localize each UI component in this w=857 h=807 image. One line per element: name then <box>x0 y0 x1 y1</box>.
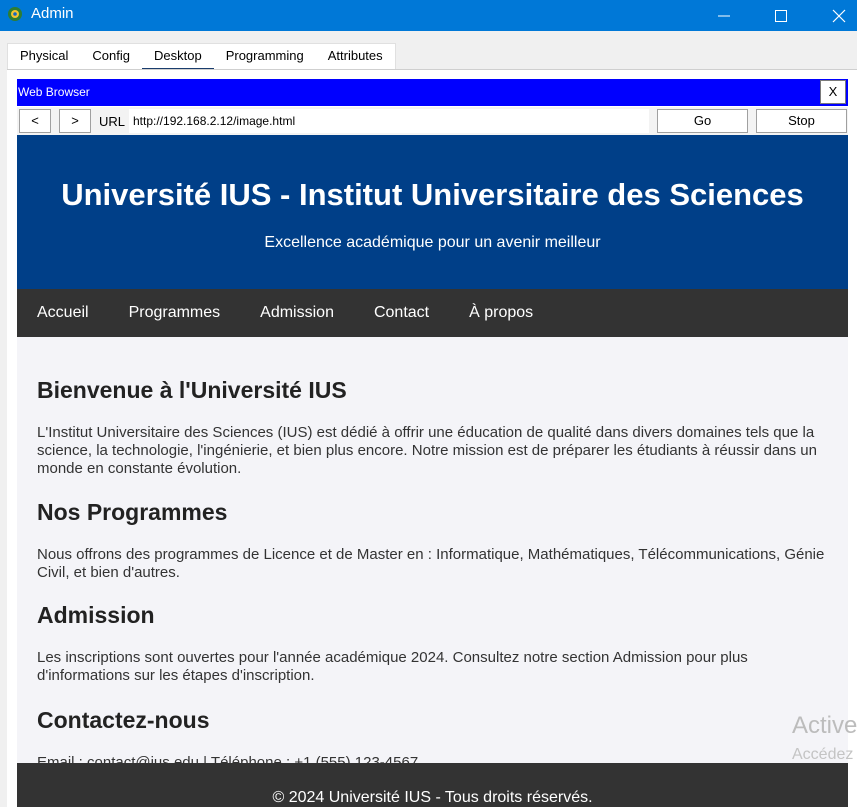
web-page: Université IUS - Institut Universitaire … <box>17 135 848 807</box>
app-icon <box>8 7 22 21</box>
nav-link-contact[interactable]: Contact <box>374 289 429 337</box>
section-heading: Contactez-nous <box>37 707 210 733</box>
section-text: Les inscriptions sont ouvertes pour l'an… <box>37 649 748 684</box>
url-input[interactable] <box>129 109 649 133</box>
nav-link-a-propos[interactable]: À propos <box>469 289 533 337</box>
section-text: Nous offrons des programmes de Licence e… <box>37 546 825 581</box>
section-bienvenue: Bienvenue à l'Université IUS L'Institut … <box>37 377 827 478</box>
site-nav: Accueil Programmes Admission Contact À p… <box>17 289 848 337</box>
window-titlebar: Admin <box>0 0 857 31</box>
back-button[interactable]: < <box>19 109 51 133</box>
web-browser-header: Web Browser X <box>17 79 848 106</box>
page-footer: © 2024 Université IUS - Tous droits rése… <box>17 763 848 807</box>
tab-desktop[interactable]: Desktop <box>142 44 214 71</box>
tab-config[interactable]: Config <box>80 44 142 69</box>
nav-link-accueil[interactable]: Accueil <box>37 289 89 337</box>
section-heading: Bienvenue à l'Université IUS <box>37 377 347 403</box>
url-label: URL <box>99 114 126 129</box>
stop-button[interactable]: Stop <box>756 109 847 133</box>
page-subtitle: Excellence académique pour un avenir mei… <box>264 234 601 251</box>
activation-watermark: Active <box>792 712 857 739</box>
tab-attributes[interactable]: Attributes <box>316 44 395 69</box>
minimize-icon <box>718 15 730 16</box>
tab-programming[interactable]: Programming <box>214 44 316 69</box>
go-button[interactable]: Go <box>657 109 748 133</box>
maximize-button[interactable] <box>757 0 805 31</box>
footer-text: © 2024 Université IUS - Tous droits rése… <box>272 789 593 806</box>
tab-physical[interactable]: Physical <box>8 44 80 69</box>
forward-button[interactable]: > <box>59 109 91 133</box>
close-window-button[interactable] <box>815 0 857 31</box>
web-browser-close-button[interactable]: X <box>820 80 846 104</box>
minimize-button[interactable] <box>700 0 748 31</box>
section-heading: Nos Programmes <box>37 499 228 525</box>
section-programmes: Nos Programmes Nous offrons des programm… <box>37 499 827 582</box>
nav-link-programmes[interactable]: Programmes <box>129 289 221 337</box>
tab-bar: Physical Config Desktop Programming Attr… <box>7 43 396 71</box>
close-icon <box>832 9 846 22</box>
section-admission: Admission Les inscriptions sont ouvertes… <box>37 602 827 685</box>
section-text: L'Institut Universitaire des Sciences (I… <box>37 424 817 477</box>
maximize-icon <box>775 9 787 22</box>
page-title: Université IUS - Institut Universitaire … <box>61 177 804 212</box>
browser-toolbar: < > URL Go Stop <box>17 107 848 135</box>
web-browser-title: Web Browser <box>18 85 90 99</box>
section-heading: Admission <box>37 602 155 628</box>
nav-link-admission[interactable]: Admission <box>260 289 334 337</box>
window-title: Admin <box>31 5 74 22</box>
activation-watermark-subtext: Accédez <box>792 746 854 763</box>
page-hero: Université IUS - Institut Universitaire … <box>17 135 848 289</box>
